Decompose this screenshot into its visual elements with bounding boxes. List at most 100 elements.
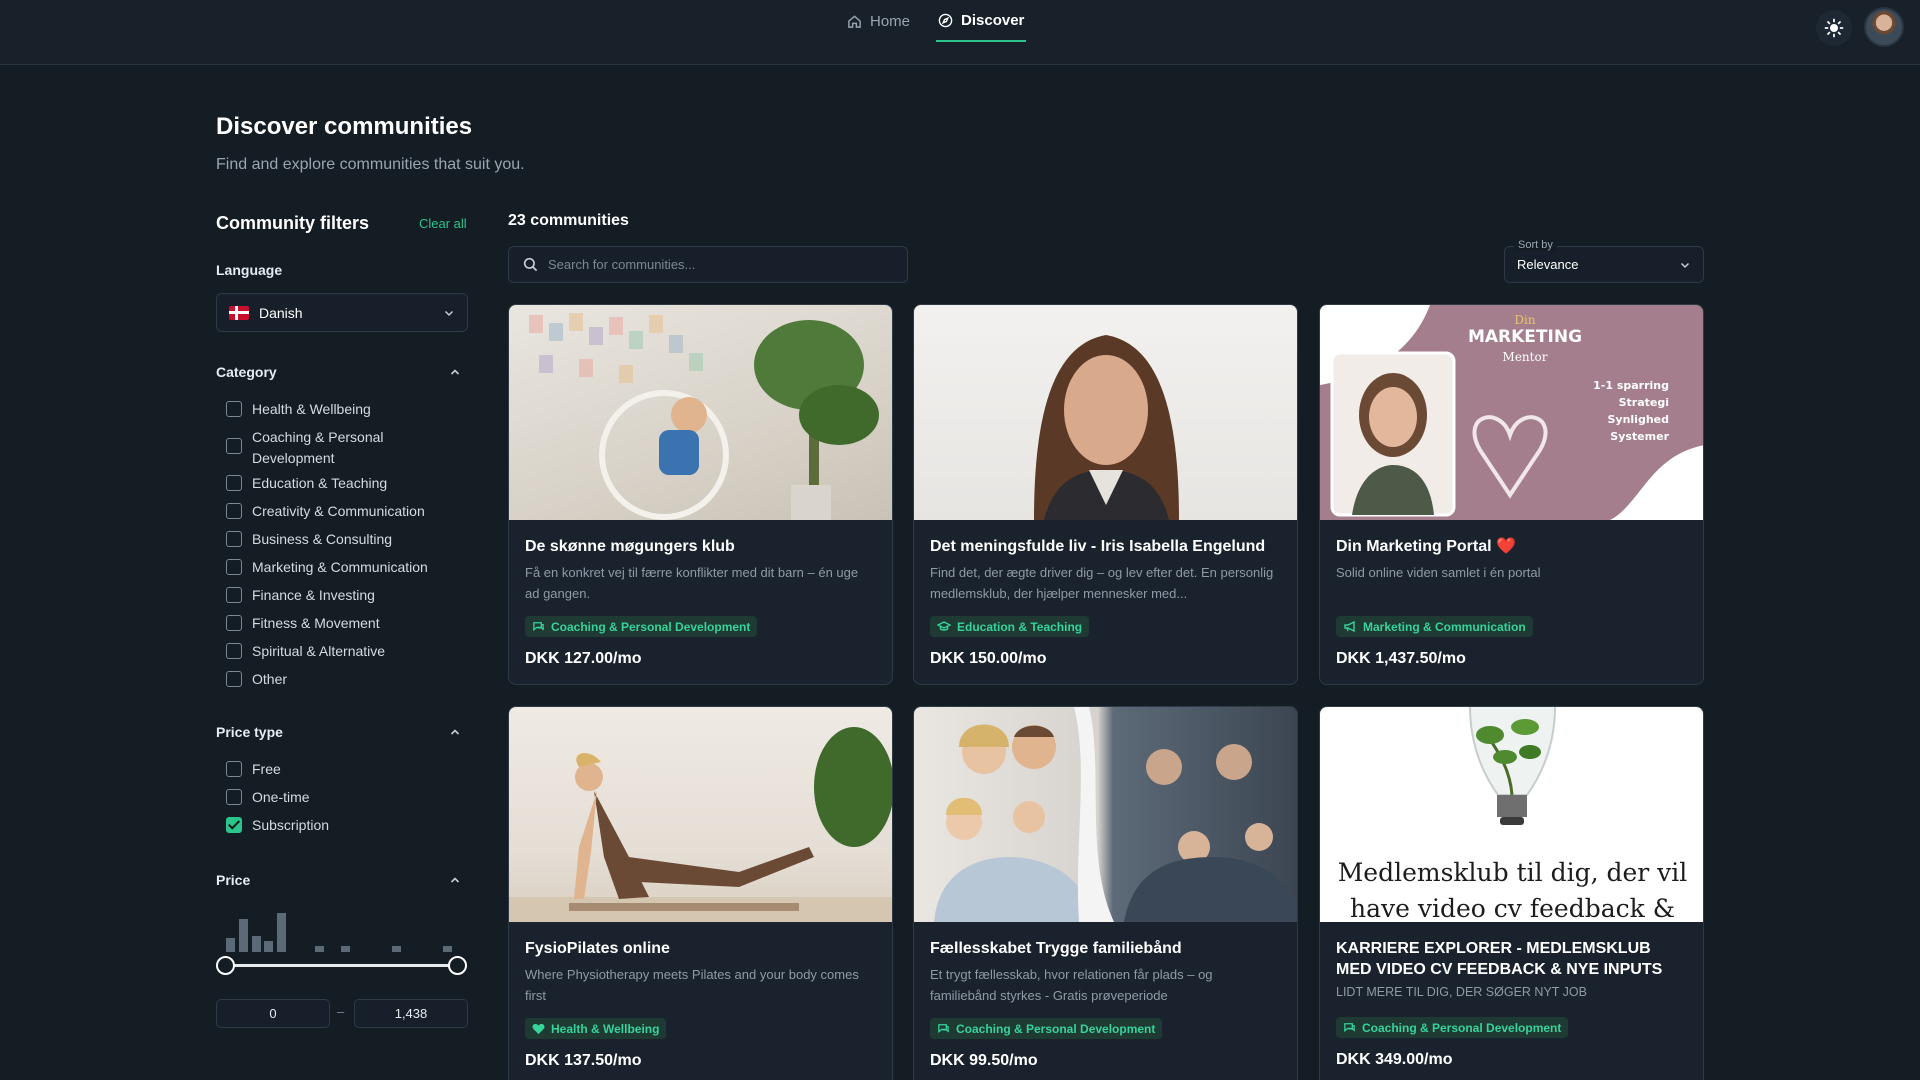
language-value: Danish	[259, 304, 303, 321]
category-badge: Education & Teaching	[930, 616, 1090, 637]
chevron-down-icon	[1680, 262, 1690, 268]
category-option-marketing[interactable]: Marketing & Communication	[226, 557, 452, 578]
page-title: Discover communities	[216, 113, 473, 140]
tab-home[interactable]: Home	[845, 0, 912, 42]
checkbox[interactable]	[226, 615, 242, 631]
community-cover-image: Medlemsklub til dig, der vil have video …	[1320, 707, 1703, 922]
theme-toggle-button[interactable]	[1816, 10, 1852, 46]
marketing-image-mentor: Mentor	[1502, 350, 1548, 364]
community-card[interactable]: FysioPilates online Where Physiotherapy …	[508, 706, 893, 1080]
tab-discover[interactable]: Discover	[936, 0, 1027, 42]
chevron-down-icon	[444, 310, 454, 316]
category-option-coaching[interactable]: Coaching & Personal Development	[226, 427, 452, 469]
price-type-option-free[interactable]: Free	[226, 759, 412, 780]
sort-select[interactable]: Relevance	[1504, 246, 1704, 283]
price-max-input[interactable]: 1,438	[354, 999, 468, 1028]
card-description: Find det, der ægte driver dig – og lev e…	[930, 565, 1274, 601]
category-collapse-icon[interactable]	[449, 366, 461, 378]
histogram-bar	[264, 941, 273, 952]
megaphone-icon	[1344, 620, 1355, 633]
checkbox[interactable]	[226, 438, 242, 454]
card-title: KARRIERE EXPLORER - MEDLEMSKLUB MED VIDE…	[1336, 940, 1663, 978]
checkbox[interactable]	[226, 531, 242, 547]
chat-icon	[533, 622, 544, 632]
community-cover-image	[914, 707, 1297, 922]
histogram-bar	[341, 946, 350, 952]
card-price: DKK 150.00/mo	[930, 650, 1047, 667]
heart-icon	[532, 1023, 545, 1034]
card-price: DKK 99.50/mo	[930, 1052, 1038, 1069]
search-box[interactable]	[508, 246, 908, 283]
search-input[interactable]	[548, 257, 888, 272]
price-slider-track[interactable]	[226, 964, 458, 967]
marketing-image-title: MARKETING	[1467, 327, 1583, 347]
histogram-bar	[315, 946, 324, 952]
compass-icon	[938, 13, 953, 27]
price-slider-max-handle[interactable]	[448, 956, 467, 975]
checkbox[interactable]	[226, 587, 242, 603]
category-option-education[interactable]: Education & Teaching	[226, 473, 452, 494]
checkbox[interactable]	[226, 559, 242, 575]
category-option-fitness[interactable]: Fitness & Movement	[226, 613, 452, 634]
checkbox[interactable]	[226, 789, 242, 805]
checkbox[interactable]	[226, 643, 242, 659]
community-cover-image	[509, 305, 892, 520]
community-card[interactable]: Det meningsfulde liv - Iris Isabella Eng…	[913, 304, 1298, 685]
price-slider-min-handle[interactable]	[216, 956, 235, 975]
language-select[interactable]: Danish	[216, 293, 468, 332]
checkbox-checked[interactable]	[226, 817, 242, 833]
community-card[interactable]: Din MARKETING Mentor 1-1 sparring Strate…	[1319, 304, 1704, 685]
price-type-collapse-icon[interactable]	[449, 726, 461, 738]
checkbox[interactable]	[226, 671, 242, 687]
bulb-image-caption: Medlemsklub til dig, der vil have video …	[1337, 858, 1688, 922]
card-description: LIDT MERE TIL DIG, DER SØGER NYT JOB	[1336, 985, 1587, 999]
category-options: Health & Wellbeing Coaching & Personal D…	[226, 399, 452, 697]
histogram-bar	[443, 946, 452, 952]
marketing-image-din: Din	[1514, 313, 1536, 327]
card-description: Et trygt fællesskab, hvor relationen får…	[930, 967, 1213, 1003]
page-subtitle: Find and explore communities that suit y…	[216, 156, 525, 173]
histogram-bar	[277, 913, 286, 952]
card-price: DKK 137.50/mo	[525, 1051, 642, 1069]
category-option-creativity[interactable]: Creativity & Communication	[226, 501, 452, 522]
community-cover-image	[914, 305, 1297, 520]
histogram-bar	[392, 946, 401, 952]
community-card[interactable]: Fællesskabet Trygge familiebånd Et trygt…	[913, 706, 1298, 1080]
category-option-spiritual[interactable]: Spiritual & Alternative	[226, 641, 452, 662]
community-card[interactable]: Medlemsklub til dig, der vil have video …	[1319, 706, 1704, 1080]
card-price: DKK 1,437.50/mo	[1336, 650, 1466, 667]
price-collapse-icon[interactable]	[449, 874, 461, 886]
chat-icon	[1344, 1023, 1355, 1033]
category-option-health[interactable]: Health & Wellbeing	[226, 399, 452, 420]
search-icon	[523, 257, 538, 272]
card-title: De skønne møgungers klub	[525, 538, 735, 555]
price-type-option-one-time[interactable]: One-time	[226, 787, 412, 808]
community-card[interactable]: De skønne møgungers klub Få en konkret v…	[508, 304, 893, 685]
card-price: DKK 127.00/mo	[525, 650, 642, 667]
tab-home-label: Home	[870, 12, 911, 30]
checkbox[interactable]	[226, 475, 242, 491]
price-type-option-subscription[interactable]: Subscription	[226, 815, 412, 836]
category-option-business[interactable]: Business & Consulting	[226, 529, 452, 550]
nav-tabs: Home Discover	[845, 0, 1027, 65]
filters-title: Community filters	[216, 213, 370, 233]
price-type-label: Price type	[216, 724, 283, 740]
checkbox[interactable]	[226, 401, 242, 417]
price-range-separator: –	[337, 1004, 345, 1019]
results-count: 23 communities	[508, 212, 629, 229]
price-min-input[interactable]: 0	[216, 999, 330, 1028]
card-title: Det meningsfulde liv - Iris Isabella Eng…	[930, 538, 1266, 555]
category-badge: Marketing & Communication	[1336, 616, 1533, 637]
checkbox[interactable]	[226, 761, 242, 777]
home-icon	[848, 14, 861, 28]
category-option-finance[interactable]: Finance & Investing	[226, 585, 452, 606]
category-label: Category	[216, 364, 277, 380]
checkbox[interactable]	[226, 503, 242, 519]
histogram-bar	[226, 938, 235, 952]
community-cover-image: Din MARKETING Mentor 1-1 sparring Strate…	[1320, 305, 1703, 520]
user-avatar[interactable]	[1864, 7, 1904, 47]
clear-all-link[interactable]: Clear all	[419, 216, 467, 231]
language-label: Language	[216, 262, 283, 278]
category-option-other[interactable]: Other	[226, 669, 452, 690]
card-title: FysioPilates online	[525, 940, 670, 957]
